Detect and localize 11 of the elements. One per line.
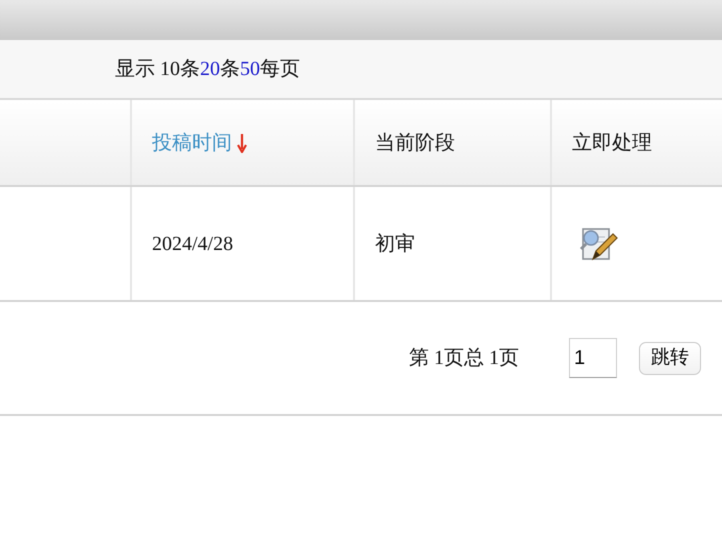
- page-size-link[interactable]: 50: [240, 58, 260, 80]
- jump-button[interactable]: 跳转: [639, 342, 701, 374]
- column-header[interactable]: 立即处理: [572, 128, 652, 158]
- sort-down-arrow-icon: [237, 132, 247, 152]
- page-summary: 第 1页总 1页: [409, 346, 519, 371]
- table-cell-text: 初审: [375, 232, 415, 256]
- column-header[interactable]: 当前阶段: [375, 128, 455, 158]
- page-size-link[interactable]: 20: [200, 58, 220, 80]
- page-input[interactable]: 1: [569, 338, 617, 378]
- table-cell-text: 2024/4/28: [152, 232, 234, 256]
- page-size-text: 显示 10条20条50每页: [115, 57, 300, 82]
